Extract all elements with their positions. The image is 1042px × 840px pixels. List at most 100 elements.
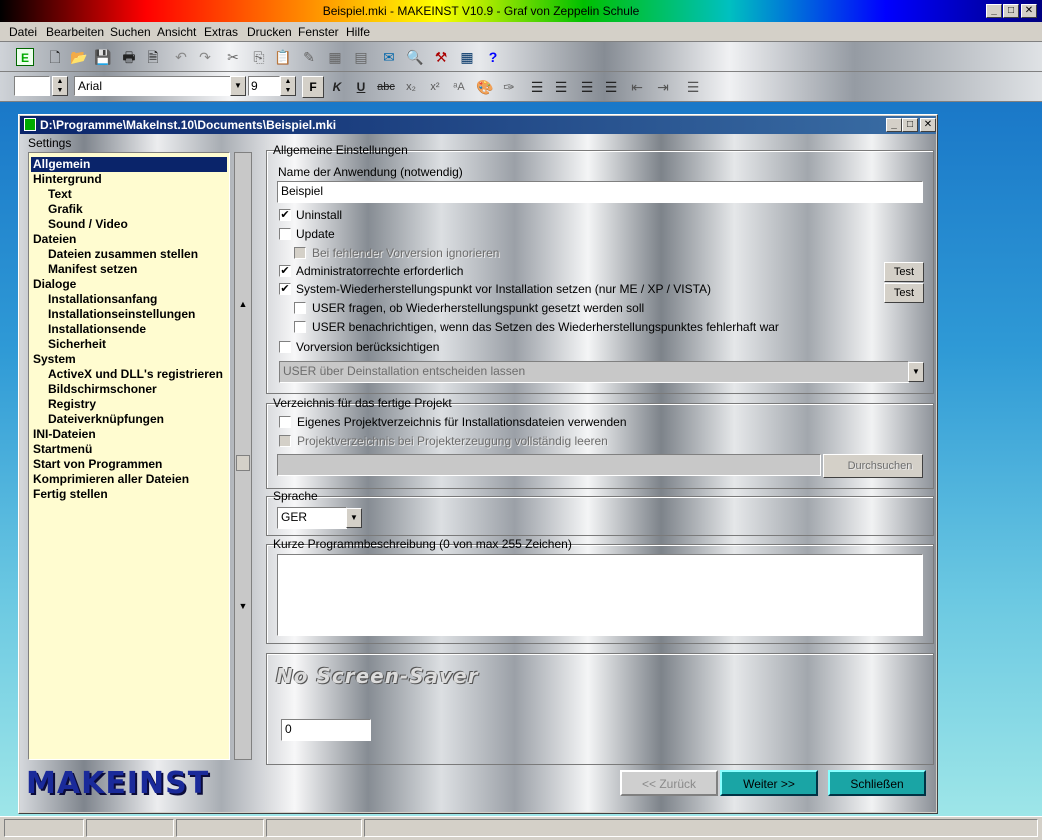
chevron-down-icon[interactable]: ▼ [346, 508, 362, 528]
tree-item[interactable]: Text [48, 187, 72, 202]
italic-button[interactable]: K [328, 78, 346, 96]
menu-bearbeiten[interactable]: Bearbeiten [46, 25, 104, 39]
chevron-down-icon[interactable]: ▼ [908, 362, 924, 382]
tree-item[interactable]: Installationsende [48, 322, 146, 337]
scroll-up-icon[interactable]: ▲ [237, 299, 249, 309]
update-checkbox[interactable] [279, 228, 291, 240]
tree-item[interactable]: Registry [48, 397, 96, 412]
indent-icon[interactable]: ⇥ [654, 78, 672, 96]
font-size-input[interactable]: 9 [248, 76, 280, 96]
tree-item[interactable]: Komprimieren aller Dateien [33, 472, 189, 487]
font-size-spinner[interactable]: ▲ ▼ [280, 76, 296, 96]
justify-icon[interactable]: ☰ [602, 78, 620, 96]
menu-ansicht[interactable]: Ansicht [157, 25, 196, 39]
clear-dir-checkbox[interactable] [279, 435, 291, 447]
new-file-icon[interactable]: 🗋 [46, 48, 64, 66]
tree-item[interactable]: Dateien zusammen stellen [48, 247, 198, 262]
tree-item[interactable]: Dateiverknüpfungen [48, 412, 164, 427]
color-palette-icon[interactable]: 🎨 [476, 78, 494, 96]
next-button[interactable]: Weiter >> [720, 770, 818, 796]
paste-icon[interactable]: 📋 [274, 48, 292, 66]
project-dir-input[interactable] [277, 454, 821, 476]
tree-scrollbar[interactable]: ▲ ▼ [234, 152, 252, 760]
tree-item[interactable]: Startmenü [33, 442, 92, 457]
help-icon[interactable]: ? [484, 48, 502, 66]
menu-fenster[interactable]: Fenster [298, 25, 339, 39]
uninstall-checkbox[interactable]: ✔ [279, 209, 291, 221]
browse-button[interactable]: Durchsuchen [823, 454, 923, 478]
font-name-select[interactable]: Arial [74, 76, 232, 96]
prev-version-checkbox[interactable] [279, 341, 291, 353]
test-restore-button[interactable]: Test [884, 283, 924, 303]
chevron-down-icon[interactable]: ▼ [230, 76, 246, 96]
admin-rights-checkbox[interactable]: ✔ [279, 265, 291, 277]
tree-item[interactable]: Dialoge [33, 277, 76, 292]
cut-icon[interactable]: ✂ [224, 48, 242, 66]
menu-hilfe[interactable]: Hilfe [346, 25, 370, 39]
child-minimize-button[interactable]: _ [886, 118, 902, 132]
description-textarea[interactable] [277, 554, 923, 636]
redo-icon[interactable]: ↷ [196, 48, 214, 66]
child-maximize-button[interactable]: □ [902, 118, 918, 132]
tree-item[interactable]: Sound / Video [48, 217, 128, 232]
app-icon[interactable]: E [16, 48, 34, 66]
underline-button[interactable]: U [352, 78, 370, 96]
find-icon[interactable]: 🔍 [406, 48, 424, 66]
subscript-icon[interactable]: x₂ [402, 78, 420, 96]
tree-item[interactable]: Sicherheit [48, 337, 106, 352]
outdent-icon[interactable]: ⇤ [628, 78, 646, 96]
tree-item[interactable]: Start von Programmen [33, 457, 162, 472]
save-icon[interactable]: 💾 [94, 48, 112, 66]
menu-suchen[interactable]: Suchen [110, 25, 151, 39]
tree-item[interactable]: Fertig stellen [33, 487, 108, 502]
table-icon[interactable]: ▦ [458, 48, 476, 66]
strikethrough-button[interactable]: abc [374, 78, 398, 96]
app-name-input[interactable]: Beispiel [277, 181, 923, 203]
font-size-icon[interactable]: ᵃA [450, 78, 468, 96]
ignore-missing-checkbox[interactable] [294, 247, 306, 259]
tree-item[interactable]: Installationseinstellungen [48, 307, 195, 322]
scroll-thumb[interactable] [236, 455, 250, 471]
test-admin-button[interactable]: Test [884, 262, 924, 282]
tree-item[interactable]: Allgemein [31, 157, 227, 172]
own-dir-checkbox[interactable] [279, 416, 291, 428]
tree-item[interactable]: Bildschirmschoner [48, 382, 157, 397]
back-button[interactable]: << Zurück [620, 770, 718, 796]
align-center-icon[interactable]: ☰ [552, 78, 570, 96]
bullet-list-icon[interactable]: ☰ [684, 78, 702, 96]
minimize-button[interactable]: _ [986, 4, 1002, 18]
mail-icon[interactable]: ✉ [380, 48, 398, 66]
maximize-button[interactable]: □ [1003, 4, 1019, 18]
close-dialog-button[interactable]: Schließen [828, 770, 926, 796]
undo-icon[interactable]: ↶ [172, 48, 190, 66]
tree-item[interactable]: Grafik [48, 202, 83, 217]
format-icon[interactable]: ✎ [300, 48, 318, 66]
open-folder-icon[interactable]: 📂 [70, 48, 88, 66]
style-box[interactable] [14, 76, 50, 96]
scroll-down-icon[interactable]: ▼ [237, 601, 249, 611]
bold-button[interactable]: F [302, 76, 324, 98]
tree-item[interactable]: Manifest setzen [48, 262, 137, 277]
uninstall-decision-select[interactable]: USER über Deinstallation entscheiden las… [279, 361, 909, 383]
print-icon[interactable]: 🖶 [120, 48, 138, 66]
tree-item[interactable]: Dateien [33, 232, 76, 247]
tools-icon[interactable]: ⚒ [432, 48, 450, 66]
print-preview-icon[interactable]: 🗎 [144, 48, 162, 66]
language-select[interactable]: GER [277, 507, 347, 529]
doc-icon[interactable]: ▤ [352, 48, 370, 66]
tree-item[interactable]: System [33, 352, 76, 367]
tree-item[interactable]: ActiveX und DLL's registrieren [48, 367, 223, 382]
menu-drucken[interactable]: Drucken [247, 25, 292, 39]
align-left-icon[interactable]: ☰ [528, 78, 546, 96]
tree-item[interactable]: INI-Dateien [33, 427, 96, 442]
menu-extras[interactable]: Extras [204, 25, 238, 39]
highlight-icon[interactable]: ✑ [500, 78, 518, 96]
ask-user-checkbox[interactable] [294, 302, 306, 314]
calc-icon[interactable]: ▦ [326, 48, 344, 66]
menu-datei[interactable]: Datei [9, 25, 37, 39]
notify-user-checkbox[interactable] [294, 321, 306, 333]
settings-tree[interactable]: Allgemein Hintergrund Text Grafik Sound / Vi… [28, 152, 230, 760]
tree-item[interactable]: Hintergrund [33, 172, 102, 187]
copy-icon[interactable]: ⎘ [250, 48, 268, 66]
superscript-icon[interactable]: x² [426, 78, 444, 96]
